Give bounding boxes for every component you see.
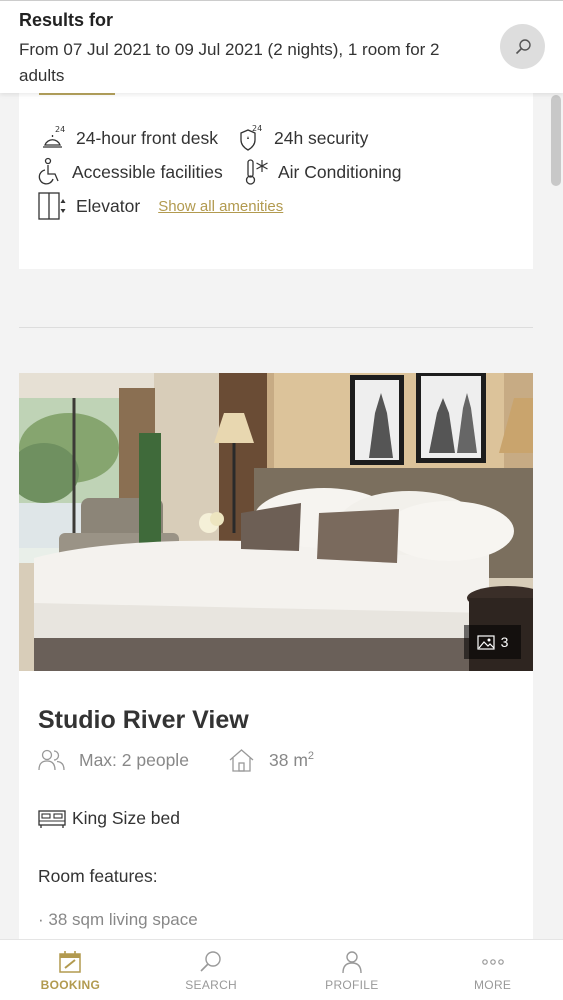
people-icon: [38, 749, 65, 771]
bed-type: King Size bed: [38, 808, 180, 829]
amenity-label: Air Conditioning: [278, 161, 402, 182]
bed-icon: [38, 809, 66, 828]
bed-type-label: King Size bed: [72, 808, 180, 828]
amenity-item: Accessible facilities: [38, 157, 244, 187]
room-photo[interactable]: 3: [19, 373, 533, 671]
amenity-item: 24 24-hour front desk: [38, 123, 236, 153]
room-feature-item: · 38 sqm living space: [38, 910, 198, 929]
section-divider: [19, 327, 533, 328]
nav-profile[interactable]: PROFILE: [282, 940, 423, 1000]
amenities-row: Elevator Show all amenities: [38, 191, 283, 221]
thermometer-snowflake-icon: [245, 159, 268, 185]
amenities-card: 24 24-hour front desk 24 24h security Ac…: [19, 93, 533, 269]
room-area: 38 m2: [228, 748, 314, 772]
card-accent-line: [39, 93, 115, 95]
amenity-item: 24 24h security: [236, 123, 368, 153]
amenities-row: Accessible facilities Air Conditioning: [38, 157, 402, 187]
amenity-label: 24h security: [274, 127, 369, 148]
nav-label: SEARCH: [185, 978, 238, 992]
search-icon: [515, 38, 531, 54]
search-summary: From 07 Jul 2021 to 09 Jul 2021 (2 night…: [19, 40, 440, 85]
amenity-label: 24-hour front desk: [76, 127, 219, 148]
svg-text:24: 24: [252, 124, 262, 133]
more-icon: [481, 959, 504, 965]
amenity-label: Elevator: [76, 195, 141, 216]
security-shield-icon: 24: [240, 124, 262, 151]
room-capacity-label: Max: 2 people: [79, 749, 189, 770]
amenity-item: Air Conditioning: [244, 157, 402, 187]
booking-icon: [59, 951, 82, 973]
show-all-amenities-link[interactable]: Show all amenities: [158, 198, 283, 215]
house-icon: [229, 749, 254, 772]
nav-label: MORE: [474, 978, 512, 992]
gallery-icon: [476, 634, 495, 650]
room-capacity: Max: 2 people: [38, 749, 228, 771]
nav-label: PROFILE: [325, 978, 379, 992]
results-scroll-area[interactable]: 24 24-hour front desk 24 24h security Ac…: [0, 93, 563, 939]
photo-count-badge[interactable]: 3: [464, 625, 521, 659]
room-name: Studio River View: [38, 706, 249, 734]
wheelchair-icon: [38, 157, 59, 185]
nav-label: BOOKING: [40, 978, 101, 992]
photo-count: 3: [500, 634, 509, 650]
nav-search[interactable]: SEARCH: [141, 940, 282, 1000]
nav-booking[interactable]: BOOKING: [0, 940, 141, 1000]
results-title: Results for: [19, 10, 114, 30]
svg-text:24: 24: [55, 125, 65, 134]
search-icon: [200, 951, 221, 972]
elevator-icon: [38, 192, 66, 220]
nav-more[interactable]: MORE: [422, 940, 563, 1000]
front-desk-bell-icon: 24: [43, 125, 65, 148]
profile-icon: [342, 951, 362, 974]
room-features-title: Room features:: [38, 866, 158, 886]
amenities-row: 24 24-hour front desk 24 24h security: [38, 123, 368, 153]
search-button[interactable]: [500, 24, 545, 69]
room-stats: Max: 2 people 38 m2: [38, 748, 314, 772]
amenity-item: Elevator: [38, 191, 140, 221]
scrollbar[interactable]: [551, 95, 561, 186]
results-header: Results for From 07 Jul 2021 to 09 Jul 2…: [0, 0, 563, 93]
room-card: 3 Studio River View Max: 2 people 38 m2 …: [19, 373, 533, 939]
amenity-label: Accessible facilities: [72, 161, 223, 182]
room-photo-illustration: [19, 373, 533, 671]
bottom-nav: BOOKING SEARCH PROFILE MORE: [0, 939, 563, 1000]
room-area-label: 38 m2: [269, 749, 315, 770]
